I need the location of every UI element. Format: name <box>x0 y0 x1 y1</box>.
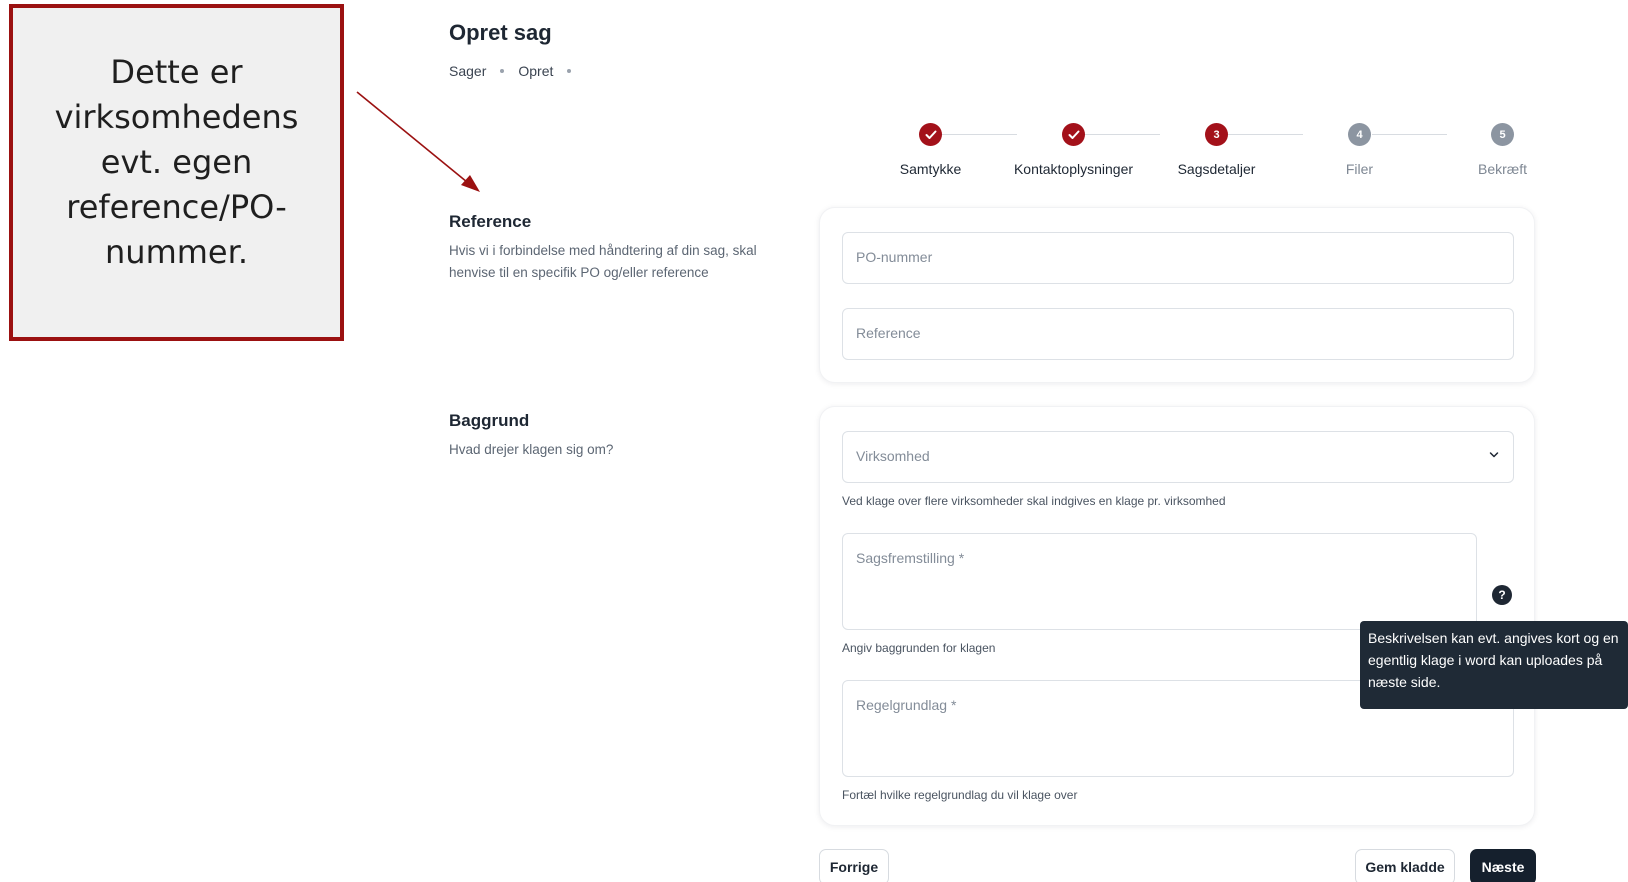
step-label: Bekræft <box>1477 161 1527 177</box>
annotation-arrow <box>356 91 480 192</box>
breadcrumb: Sager Opret <box>449 63 585 79</box>
background-title: Baggrund <box>449 411 530 430</box>
next-button[interactable]: Næste <box>1470 849 1536 882</box>
company-helper-text: Ved klage over flere virksomheder skal i… <box>842 494 1226 508</box>
breadcrumb-item-opret[interactable]: Opret <box>518 63 553 79</box>
breadcrumb-separator <box>500 69 505 73</box>
help-tooltip: Beskrivelsen kan evt. angives kort og en… <box>1360 621 1628 709</box>
company-placeholder: Virksomhed <box>856 448 930 464</box>
step-number: 4 <box>1348 123 1371 146</box>
step-samtykke[interactable]: Samtykke <box>859 121 1002 177</box>
breadcrumb-item-sager[interactable]: Sager <box>449 63 486 79</box>
case-description-placeholder: Sagsfremstilling * <box>856 550 965 566</box>
company-select[interactable]: Virksomhed <box>842 431 1514 483</box>
step-label: Samtykke <box>899 161 962 177</box>
step-sagsdetaljer[interactable]: 3 Sagsdetaljer <box>1145 121 1288 177</box>
case-description-textarea[interactable]: Sagsfremstilling * <box>842 533 1477 630</box>
annotation-callout: Dette er virksomhedens evt. egen referen… <box>9 4 344 341</box>
check-icon <box>919 123 942 146</box>
po-number-field[interactable]: PO-nummer <box>842 232 1514 284</box>
step-kontaktoplysninger[interactable]: Kontaktoplysninger <box>1002 121 1145 177</box>
step-bekraeft[interactable]: 5 Bekræft <box>1431 121 1574 177</box>
background-card: Virksomhed Ved klage over flere virksomh… <box>819 406 1535 826</box>
rules-basis-placeholder: Regelgrundlag * <box>856 697 957 713</box>
step-label: Sagsdetaljer <box>1177 161 1256 177</box>
background-description: Hvad drejer klagen sig om? <box>449 442 614 457</box>
case-helper-text: Angiv baggrunden for klagen <box>842 641 996 655</box>
reference-placeholder: Reference <box>856 325 921 341</box>
page-title: Opret sag <box>449 20 552 45</box>
annotation-text: Dette er virksomhedens evt. egen referen… <box>54 53 299 271</box>
rules-helper-text: Fortæl hvilke regelgrundlag du vil klage… <box>842 788 1078 802</box>
progress-stepper: Samtykke Kontaktoplysninger 3 Sagsdetalj… <box>840 121 1628 183</box>
step-label: Filer <box>1345 161 1374 177</box>
breadcrumb-separator <box>567 69 572 73</box>
reference-card: PO-nummer Reference <box>819 207 1535 383</box>
step-number: 3 <box>1205 123 1228 146</box>
step-label: Kontaktoplysninger <box>1013 161 1134 177</box>
step-filer[interactable]: 4 Filer <box>1288 121 1431 177</box>
previous-button[interactable]: Forrige <box>819 849 889 882</box>
po-number-placeholder: PO-nummer <box>856 249 933 265</box>
step-number: 5 <box>1491 123 1514 146</box>
reference-field[interactable]: Reference <box>842 308 1514 360</box>
reference-description: Hvis vi i forbindelse med håndtering af … <box>449 243 757 280</box>
check-icon <box>1062 123 1085 146</box>
save-draft-button[interactable]: Gem kladde <box>1355 849 1455 882</box>
chevron-down-icon <box>1489 452 1499 458</box>
help-icon[interactable]: ? <box>1492 585 1512 605</box>
reference-title: Reference <box>449 212 532 231</box>
